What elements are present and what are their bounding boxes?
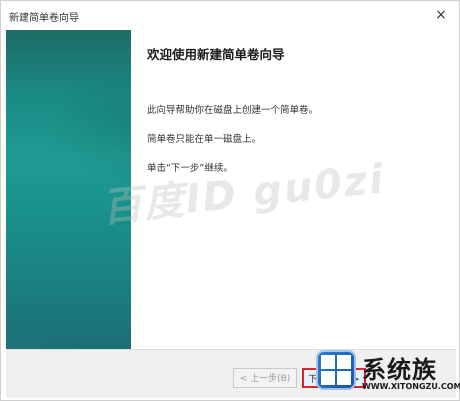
windows-logo-icon: [316, 350, 356, 390]
logo-url: WWW.XITONGZU.COM: [362, 382, 460, 391]
continue-instruction: 单击“下一步”继续。: [147, 163, 233, 174]
close-icon[interactable]: ×: [429, 4, 453, 26]
simple-volume-note: 简单卷只能在单一磁盘上。: [147, 134, 262, 145]
back-button[interactable]: < 上一步(B): [233, 368, 297, 388]
wizard-content: 欢迎使用新建简单卷向导 此向导帮助你在磁盘上创建一个简单卷。 简单卷只能在单一磁…: [131, 30, 456, 349]
intro-text: 此向导帮助你在磁盘上创建一个简单卷。: [147, 105, 319, 116]
logo-name: 系统族: [362, 356, 437, 384]
banner-decoration: [6, 30, 131, 349]
wizard-side-banner: [6, 30, 131, 349]
window-title: 新建简单卷向导: [9, 13, 79, 24]
wizard-heading: 欢迎使用新建简单卷向导: [147, 47, 285, 62]
title-bar: 新建简单卷向导 ×: [1, 1, 459, 31]
site-logo: 系统族 WWW.XITONGZU.COM: [312, 340, 460, 401]
